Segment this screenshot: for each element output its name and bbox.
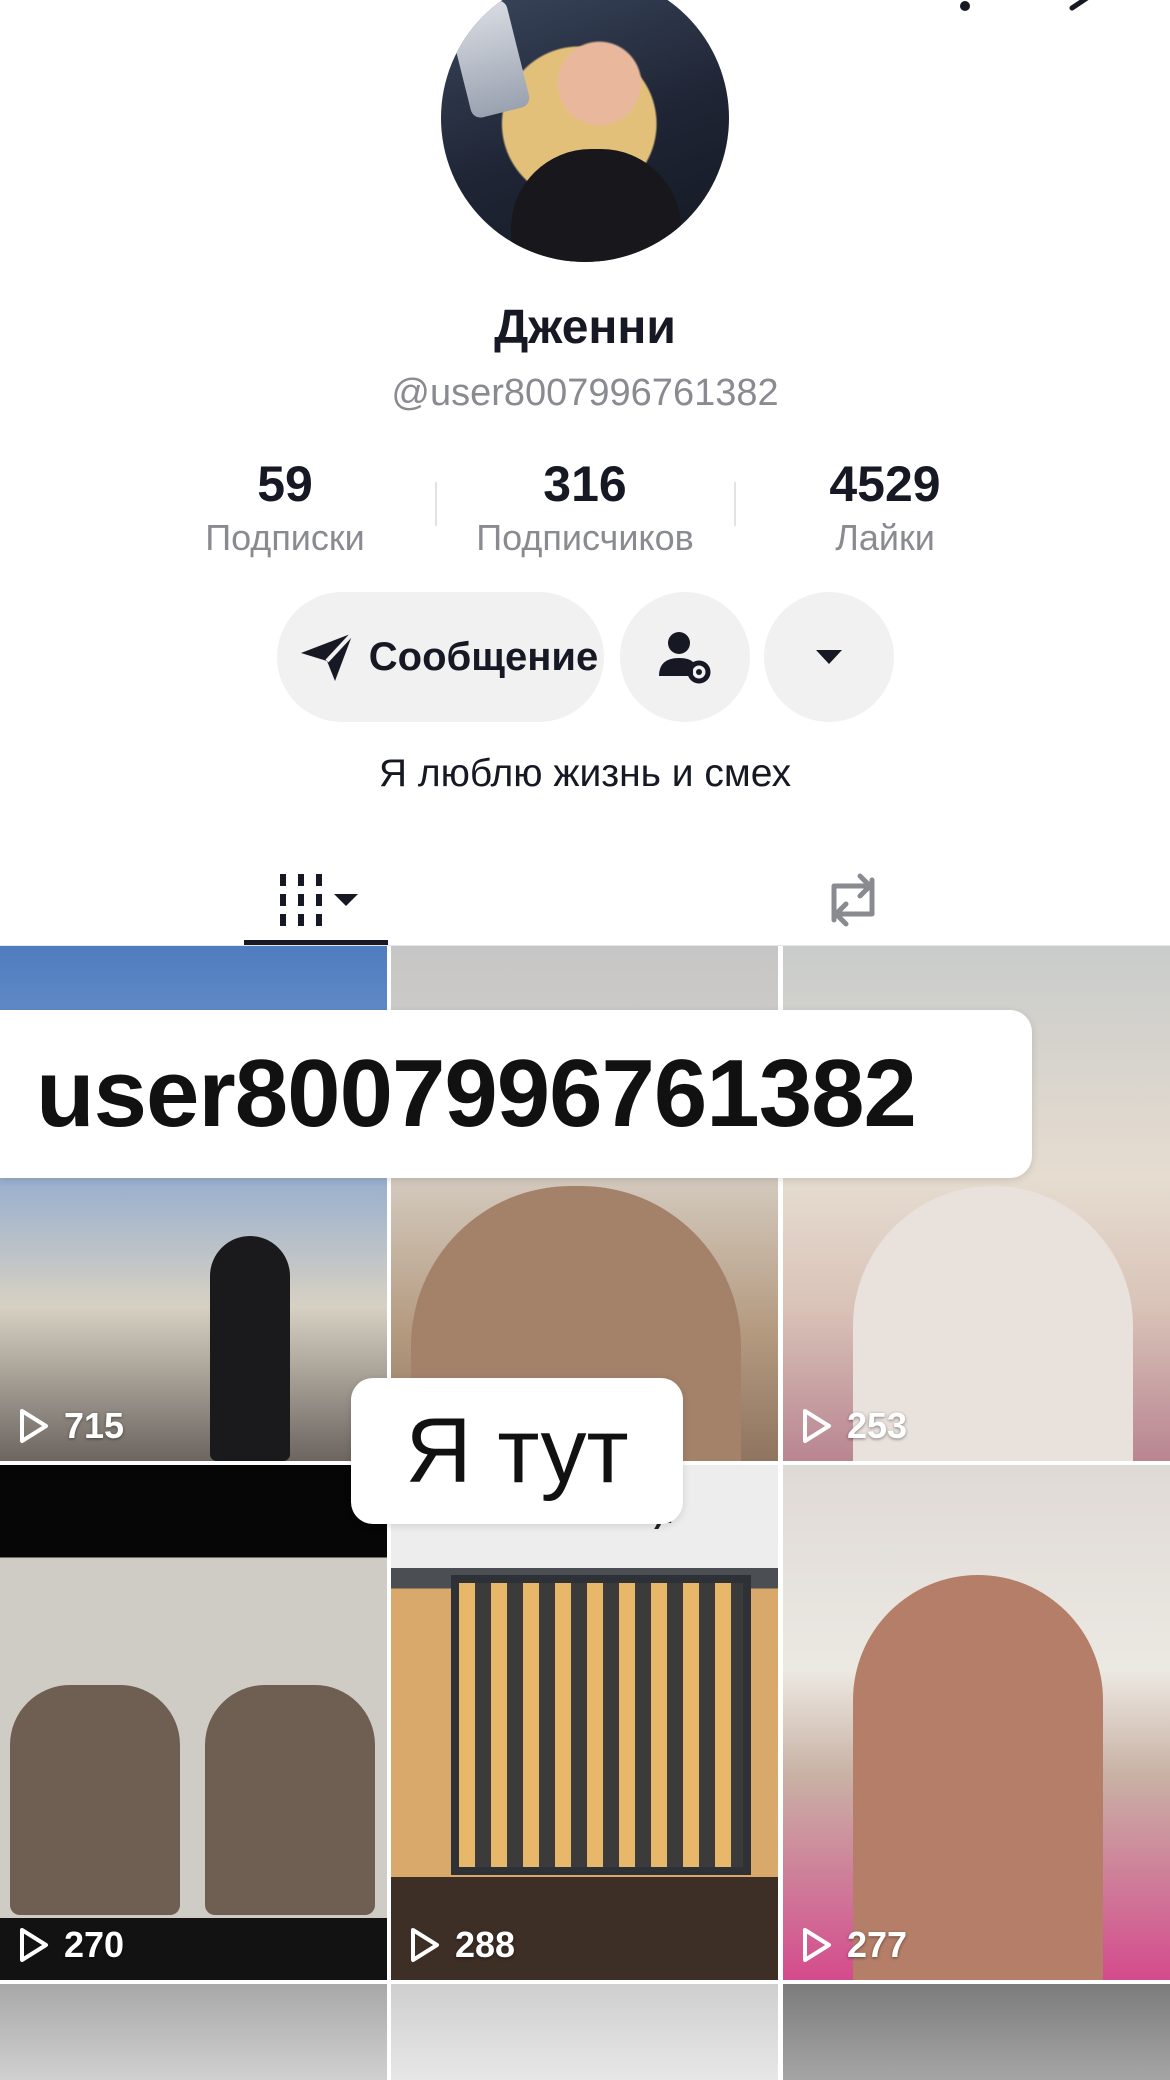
repost-icon	[831, 873, 875, 927]
here-sticker: Я тут	[351, 1378, 683, 1524]
avatar-background	[446, 0, 532, 120]
avatar[interactable]	[441, 0, 729, 262]
video-thumbnail[interactable]: собылось )! 288	[391, 1465, 778, 1980]
view-count: 277	[801, 1924, 907, 1966]
message-button[interactable]: Сообщение	[277, 592, 604, 722]
message-label: Сообщение	[368, 634, 599, 679]
video-thumbnail[interactable]: 270	[0, 1465, 387, 1980]
more-button[interactable]	[764, 592, 894, 722]
avatar-figure	[511, 149, 681, 262]
grid-icon	[280, 874, 358, 926]
view-count-value: 277	[847, 1924, 908, 1965]
followers-count: 316	[543, 456, 627, 512]
video-thumbnail[interactable]: 277	[783, 1465, 1170, 1980]
play-icon	[803, 1928, 831, 1962]
view-count: 270	[18, 1924, 124, 1966]
play-icon	[20, 1409, 48, 1443]
stat-following[interactable]: 59 Подписки	[135, 455, 435, 559]
view-count-value: 253	[847, 1405, 908, 1446]
share-icon[interactable]	[1068, 0, 1108, 12]
display-name: Дженни	[494, 301, 676, 354]
stat-likes[interactable]: 4529 Лайки	[735, 455, 1035, 559]
following-label: Подписки	[205, 517, 365, 558]
tab-videos[interactable]	[244, 855, 388, 945]
view-count-value: 715	[64, 1405, 125, 1446]
user-gear-icon	[659, 632, 711, 684]
thumbnail-figure	[210, 1236, 290, 1461]
back-arrow-icon[interactable]	[58, 0, 98, 12]
view-count: 715	[18, 1405, 124, 1447]
play-icon	[803, 1409, 831, 1443]
following-count: 59	[257, 456, 313, 512]
video-thumbnail[interactable]	[391, 1984, 778, 2080]
send-icon	[300, 631, 355, 681]
suggested-accounts-button[interactable]	[620, 592, 750, 722]
likes-count: 4529	[829, 456, 941, 512]
thumbnail-figure	[853, 1575, 1103, 1980]
video-thumbnail[interactable]	[783, 1984, 1170, 2080]
view-count-value: 270	[64, 1924, 125, 1965]
bell-icon[interactable]	[945, 0, 985, 12]
username-sticker: user8007996761382	[0, 1010, 1032, 1178]
thumbnail-figure	[10, 1685, 180, 1915]
tab-reposts[interactable]	[808, 855, 898, 945]
view-count: 288	[409, 1924, 515, 1966]
likes-label: Лайки	[835, 517, 935, 558]
play-icon	[20, 1928, 48, 1962]
bio: Я люблю жизнь и смех	[378, 752, 792, 795]
followers-label: Подписчиков	[476, 517, 694, 558]
view-count-value: 288	[455, 1924, 516, 1965]
caret-down-icon	[816, 650, 842, 664]
thumbnail-figure	[205, 1685, 375, 1915]
view-count: 253	[801, 1405, 907, 1447]
stat-followers[interactable]: 316 Подписчиков	[435, 455, 735, 559]
video-thumbnail[interactable]	[0, 1984, 387, 2080]
thumbnail-figure	[451, 1575, 751, 1875]
play-icon	[411, 1928, 439, 1962]
username: @user8007996761382	[391, 372, 779, 414]
